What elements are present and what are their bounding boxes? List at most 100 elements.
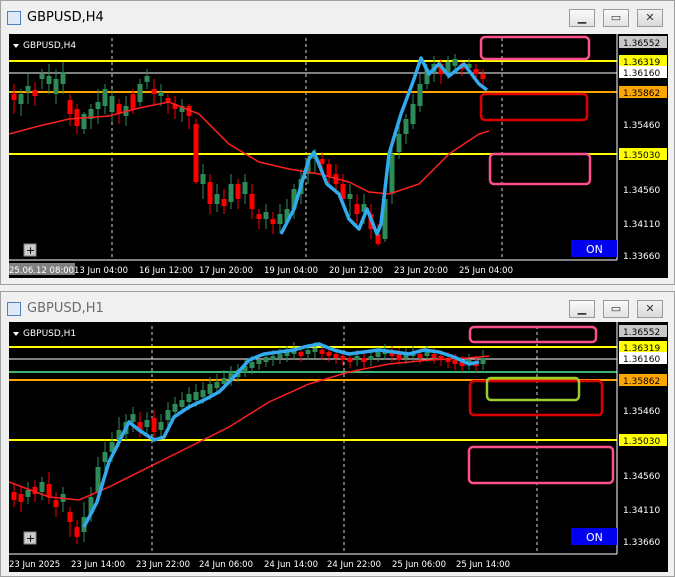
price-label: 1.35030 [623, 437, 660, 447]
candle-body [417, 354, 423, 358]
time-label: 23 Jun 22:00 [136, 560, 190, 570]
candle-body [375, 352, 381, 357]
plus-icon: + [26, 532, 35, 545]
candle-body [53, 79, 59, 94]
candle-body [354, 356, 360, 360]
price-zone-box [488, 152, 592, 186]
candle-body [361, 358, 367, 362]
candle-body [270, 219, 276, 224]
candle-body [263, 212, 269, 219]
chart-canvas[interactable]: 1.365521.363191.361601.358621.354601.350… [9, 34, 668, 278]
candle-body [102, 452, 108, 462]
candle-body [151, 89, 157, 94]
price-label: 1.34110 [623, 220, 660, 230]
candle-body [207, 384, 213, 394]
price-zone-box [479, 92, 589, 122]
maximize-icon: ▭ [610, 302, 622, 315]
title-bar-h4[interactable]: GBPUSD,H4 ▁ ▭ ✕ [1, 1, 674, 33]
candle-body [312, 348, 318, 352]
price-label: 1.35460 [623, 121, 660, 131]
candle-body [74, 109, 80, 126]
minimize-button[interactable]: ▁ [569, 9, 595, 27]
candle-body [179, 400, 185, 407]
candle-body [452, 59, 458, 66]
chart-window-icon [7, 11, 21, 25]
candle-body [130, 94, 136, 109]
candle-body [67, 100, 73, 114]
candle-body [277, 354, 283, 358]
candle-body [277, 214, 283, 224]
candle-body [67, 512, 73, 522]
candle-body [431, 354, 437, 358]
candle-body [347, 194, 353, 199]
maximize-button[interactable]: ▭ [603, 300, 629, 318]
candle-body [25, 490, 31, 497]
time-label: 25 Jun 14:00 [456, 560, 510, 570]
candle-body [263, 357, 269, 362]
candle-body [39, 74, 45, 79]
window-title: GBPUSD,H4 [27, 10, 104, 25]
candle-body [256, 214, 262, 219]
dropdown-triangle-icon[interactable] [13, 44, 19, 48]
time-label: 23 Jun 14:00 [71, 560, 125, 570]
candle-body [326, 164, 332, 176]
price-label: 1.36552 [623, 328, 660, 338]
candle-body [396, 134, 402, 152]
candle-body [319, 350, 325, 354]
candle-body [347, 358, 353, 362]
chart-canvas[interactable]: 1.365521.363191.361601.358621.354601.350… [9, 322, 668, 572]
candle-body [480, 358, 486, 364]
candle-body [95, 102, 101, 109]
candle-body [298, 352, 304, 356]
minimize-button[interactable]: ▁ [569, 300, 595, 318]
candle-body [242, 182, 248, 194]
candle-body [340, 356, 346, 360]
candle-body [102, 89, 108, 106]
candle-body [39, 482, 45, 492]
close-button[interactable]: ✕ [637, 300, 663, 318]
candle-body [11, 94, 17, 100]
time-label: 25 Jun 04:00 [459, 266, 513, 276]
candle-body [74, 527, 80, 537]
candle-body [200, 174, 206, 184]
candle-body [158, 422, 164, 430]
close-icon: ✕ [645, 302, 655, 315]
candle-body [207, 182, 213, 204]
candle-body [228, 184, 234, 202]
candle-body [186, 394, 192, 402]
time-label: 13 Jun 04:00 [74, 266, 128, 276]
time-label: 25 Jun 06:00 [392, 560, 446, 570]
moving-average-line [9, 101, 490, 195]
minimize-icon: ▁ [577, 11, 587, 24]
price-label: 1.35460 [623, 407, 660, 417]
price-chart-h1[interactable]: 1.36552 1.36319 1.36160 1.35862 1.35460 1.350… [9, 322, 668, 572]
candle-body [165, 98, 171, 102]
candle-body [109, 96, 115, 112]
maximize-icon: ▭ [610, 11, 622, 24]
price-chart-h4[interactable]: 1.36552 1.36319 1.36160 1.35862 1.35460 1.350… [9, 34, 668, 278]
dropdown-triangle-icon[interactable] [13, 332, 19, 336]
title-bar-h1[interactable]: GBPUSD,H1 ▁ ▭ ✕ [1, 292, 674, 324]
candle-body [144, 76, 150, 82]
candle-body [424, 352, 430, 356]
candle-body [193, 392, 199, 400]
candle-body [214, 194, 220, 204]
candle-body [326, 352, 332, 356]
chart-window-icon [7, 302, 21, 316]
candle-body [480, 74, 486, 79]
on-button-label: ON [586, 531, 603, 544]
maximize-button[interactable]: ▭ [603, 9, 629, 27]
time-label: 23 Jun 20:00 [394, 266, 448, 276]
price-label: 1.36552 [623, 39, 660, 49]
time-label: 24 Jun 22:00 [327, 560, 381, 570]
candle-body [333, 354, 339, 358]
candle-body [46, 76, 52, 84]
candle-body [144, 420, 150, 427]
candle-body [305, 350, 311, 354]
candle-body [60, 72, 66, 84]
close-button[interactable]: ✕ [637, 9, 663, 27]
candle-body [368, 356, 374, 360]
candle-body [473, 69, 479, 74]
candle-body [137, 84, 143, 102]
time-label: 19 Jun 04:00 [264, 266, 318, 276]
